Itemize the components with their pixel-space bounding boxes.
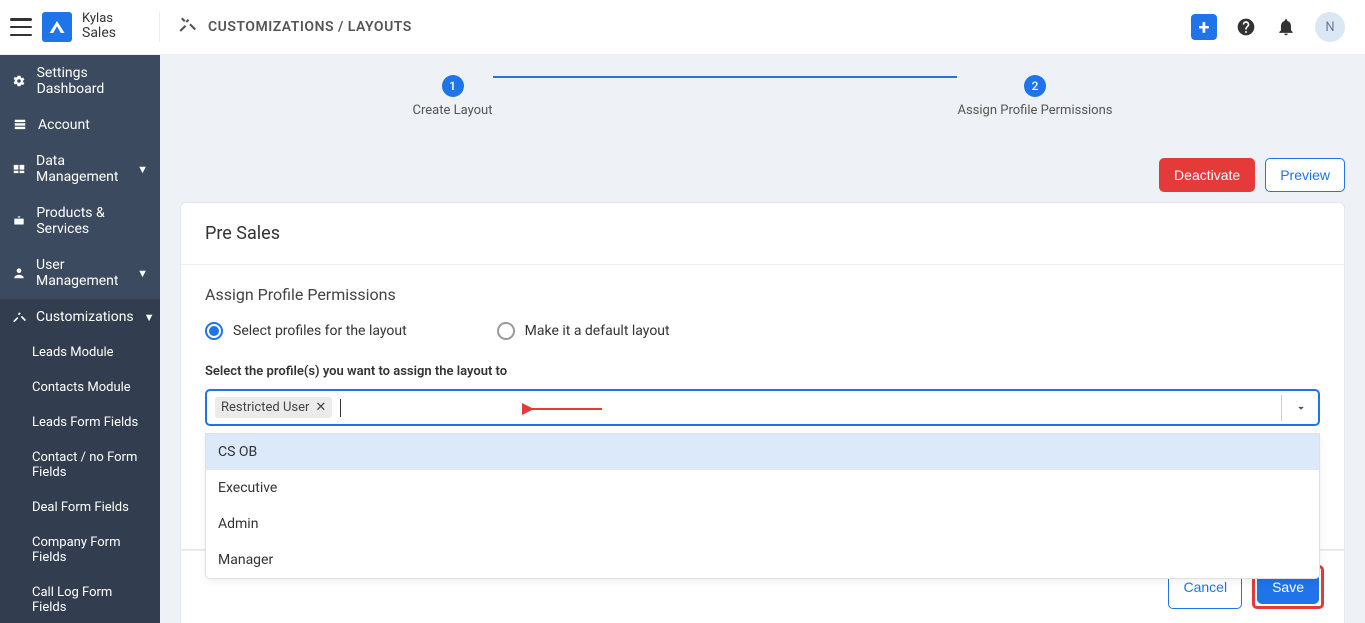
add-button[interactable]: + (1191, 14, 1217, 40)
radio-icon (205, 322, 223, 340)
bell-icon[interactable] (1275, 16, 1297, 38)
text-cursor (340, 399, 341, 417)
dropdown-option[interactable]: Manager (206, 542, 1319, 578)
sidebar-label: Data Management (36, 153, 127, 185)
sidebar-sub-leads-module[interactable]: Leads Module (0, 335, 160, 370)
sidebar-sub-leads-form-fields[interactable]: Leads Form Fields (0, 405, 160, 440)
sidebar-item-account[interactable]: Account (0, 107, 160, 143)
step-number: 2 (1024, 75, 1046, 97)
profile-dropdown: CS OB Executive Admin Manager (205, 433, 1320, 579)
sidebar-item-products-services[interactable]: Products & Services (0, 195, 160, 247)
step-label: Assign Profile Permissions (957, 103, 1112, 118)
sidebar-label: Products & Services (36, 205, 148, 237)
radio-select-profiles[interactable]: Select profiles for the layout (205, 322, 407, 340)
users-icon (12, 266, 26, 280)
briefcase-icon (12, 214, 26, 228)
chevron-down-icon: ▼ (137, 267, 148, 280)
dropdown-option[interactable]: Executive (206, 470, 1319, 506)
account-icon (12, 118, 28, 132)
sidebar-sub-contacts-module[interactable]: Contacts Module (0, 370, 160, 405)
tools-icon (12, 310, 26, 324)
sidebar-label: Customizations (36, 309, 134, 325)
sidebar-item-settings-dashboard[interactable]: Settings Dashboard (0, 55, 160, 107)
hamburger-menu[interactable] (10, 18, 32, 36)
brand-sub: Sales (82, 26, 116, 41)
breadcrumb: CUSTOMIZATIONS / LAYOUTS (208, 19, 412, 35)
help-icon[interactable] (1235, 16, 1257, 38)
profile-select-label: Select the profile(s) you want to assign… (205, 364, 1320, 379)
radio-default-layout[interactable]: Make it a default layout (497, 322, 670, 340)
sidebar-sub-deal-form-fields[interactable]: Deal Form Fields (0, 490, 160, 525)
chevron-down-icon: ▼ (137, 163, 148, 176)
chevron-down-icon: ▼ (144, 311, 155, 324)
dropdown-option[interactable]: CS OB (206, 434, 1319, 470)
selected-chip: Restricted User ✕ (215, 397, 332, 418)
section-title: Assign Profile Permissions (205, 285, 1320, 304)
brand-logo (42, 12, 72, 42)
sidebar-sub-company-form-fields[interactable]: Company Form Fields (0, 525, 160, 575)
annotation-arrow (527, 403, 607, 419)
sidebar-item-customizations[interactable]: Customizations ▼ (0, 299, 160, 335)
sidebar-label: Account (38, 117, 90, 133)
layout-title: Pre Sales (205, 223, 1320, 244)
profile-multiselect[interactable]: Restricted User ✕ (205, 389, 1320, 426)
step-number: 1 (442, 75, 464, 97)
radio-label: Make it a default layout (525, 323, 670, 339)
step-assign-permissions[interactable]: 2 Assign Profile Permissions (957, 75, 1112, 118)
chip-remove-icon[interactable]: ✕ (315, 400, 326, 415)
tools-icon (178, 16, 196, 38)
chip-label: Restricted User (221, 400, 309, 415)
step-create-layout[interactable]: 1 Create Layout (413, 75, 493, 118)
radio-icon (497, 322, 515, 340)
radio-label: Select profiles for the layout (233, 323, 407, 339)
deactivate-button[interactable]: Deactivate (1159, 158, 1255, 192)
sidebar-sub-call-log-form-fields[interactable]: Call Log Form Fields (0, 575, 160, 623)
preview-button[interactable]: Preview (1265, 158, 1345, 192)
sidebar-label: User Management (36, 257, 127, 289)
stepper: 1 Create Layout 2 Assign Profile Permiss… (160, 55, 1365, 148)
sidebar-sub-contact-no-form-fields[interactable]: Contact / no Form Fields (0, 440, 160, 490)
step-connector (493, 76, 958, 78)
dropdown-option[interactable]: Admin (206, 506, 1319, 542)
sidebar-item-data-management[interactable]: Data Management ▼ (0, 143, 160, 195)
gear-icon (12, 74, 27, 88)
database-icon (12, 162, 26, 176)
chevron-down-icon[interactable] (1281, 395, 1308, 421)
avatar[interactable]: N (1315, 12, 1345, 42)
step-label: Create Layout (413, 103, 493, 118)
sidebar-label: Settings Dashboard (37, 65, 148, 97)
sidebar-item-user-management[interactable]: User Management ▼ (0, 247, 160, 299)
brand-name: Kylas (82, 12, 116, 26)
